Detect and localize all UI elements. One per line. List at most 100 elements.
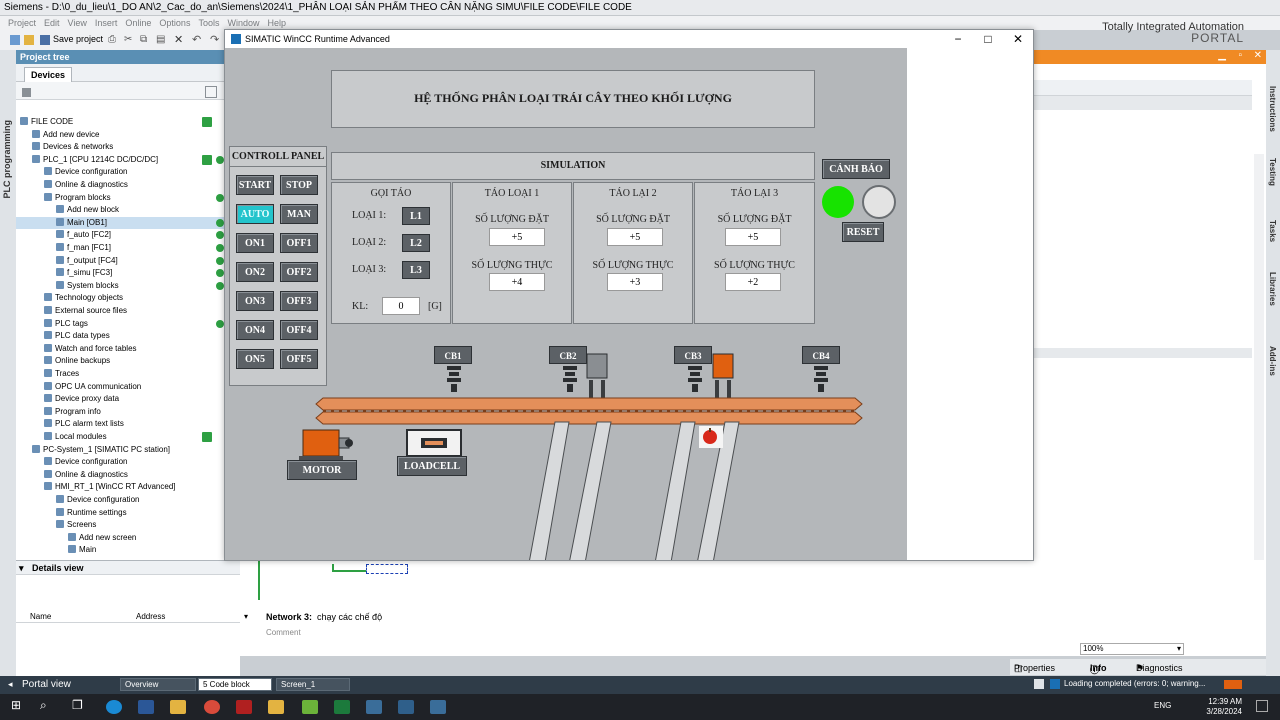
file-explorer-icon[interactable] <box>268 700 284 714</box>
open-project-icon[interactable] <box>24 35 34 45</box>
app-icon[interactable] <box>236 700 252 714</box>
editor-tab-screen[interactable]: Screen_1 <box>276 678 350 691</box>
minimize-editor-icon[interactable]: ▁ <box>1218 50 1226 61</box>
windows-start-icon[interactable]: ⊞ <box>11 698 21 712</box>
off3-button[interactable]: OFF3 <box>280 291 318 311</box>
menu-online[interactable]: Online <box>125 18 151 28</box>
tree-item[interactable]: Watch and force tables <box>16 343 240 355</box>
undo-icon[interactable]: ↶ <box>192 33 201 46</box>
tree-item[interactable]: Device configuration <box>16 456 240 468</box>
app-green-icon[interactable] <box>302 700 318 714</box>
tree-item[interactable]: System blocks <box>16 280 240 292</box>
tree-item[interactable]: Add new block <box>16 204 240 216</box>
menu-tools[interactable]: Tools <box>198 18 219 28</box>
maximize-button[interactable]: □ <box>973 30 1003 48</box>
off2-button[interactable]: OFF2 <box>280 262 318 282</box>
tree-item[interactable]: Main <box>16 544 240 556</box>
copy-icon[interactable]: ⧉ <box>140 34 147 45</box>
l3-button[interactable]: L3 <box>402 261 430 279</box>
tree-item[interactable]: Program blocks <box>16 192 240 204</box>
plc-programming-tab[interactable]: PLC programming <box>2 120 12 199</box>
menu-help[interactable]: Help <box>267 18 286 28</box>
on4-button[interactable]: ON4 <box>236 320 274 340</box>
l1-button[interactable]: L1 <box>402 207 430 225</box>
paste-icon[interactable]: ▤ <box>156 34 165 45</box>
tree-item[interactable]: Technology objects <box>16 292 240 304</box>
off4-button[interactable]: OFF4 <box>280 320 318 340</box>
tree-item[interactable]: Add new screen <box>16 532 240 544</box>
tab-add-ins[interactable]: Add-ins <box>1268 346 1277 376</box>
print-icon[interactable]: ⎙ <box>108 34 116 45</box>
tree-item[interactable]: OPC UA communication <box>16 381 240 393</box>
man-button[interactable]: MAN <box>280 204 318 224</box>
delete-icon[interactable]: ✕ <box>174 33 183 46</box>
tree-item[interactable]: PLC tags <box>16 318 240 330</box>
on2-button[interactable]: ON2 <box>236 262 274 282</box>
minimize-button[interactable]: − <box>943 30 973 48</box>
notification-icon[interactable] <box>1256 700 1268 712</box>
store-icon[interactable] <box>170 700 186 714</box>
chrome-icon[interactable] <box>204 700 220 714</box>
tree-item[interactable]: PLC data types <box>16 330 240 342</box>
menu-project[interactable]: Project <box>8 18 36 28</box>
clock[interactable]: 12:39 AM 3/28/2024 <box>1206 697 1242 717</box>
on3-button[interactable]: ON3 <box>236 291 274 311</box>
menu-edit[interactable]: Edit <box>44 18 60 28</box>
editor-tab-code-block[interactable]: 5 Code block <box>198 678 272 691</box>
ladder-box[interactable] <box>366 564 408 574</box>
tree-item[interactable]: Add new device <box>16 129 240 141</box>
save-project-button[interactable]: Save project <box>53 34 103 44</box>
menu-insert[interactable]: Insert <box>95 18 118 28</box>
editor-tab-overview[interactable]: Overview <box>120 678 196 691</box>
collapse-icon[interactable]: ▾ <box>19 561 24 575</box>
tree-item[interactable]: Main [OB1] <box>16 216 240 229</box>
close-button[interactable]: ✕ <box>1003 30 1033 48</box>
tree-item[interactable]: Program info <box>16 406 240 418</box>
redo-icon[interactable]: ↷ <box>210 33 219 46</box>
tab-tasks[interactable]: Tasks <box>1268 220 1277 242</box>
tree-item[interactable]: Device proxy data <box>16 393 240 405</box>
search-icon[interactable]: ⌕ <box>40 698 47 713</box>
l2-button[interactable]: L2 <box>402 234 430 252</box>
column-address[interactable]: Address <box>136 612 165 621</box>
tree-item[interactable]: HMI_RT_1 [WinCC RT Advanced] <box>16 481 240 493</box>
off1-button[interactable]: OFF1 <box>280 233 318 253</box>
zoom-select[interactable]: 100% ▾ <box>1080 643 1184 655</box>
tree-item[interactable]: FILE CODE <box>16 116 240 128</box>
plcsim-icon[interactable] <box>398 700 414 714</box>
cut-icon[interactable]: ✂ <box>124 34 132 45</box>
tree-item[interactable]: f_auto [FC2] <box>16 229 240 241</box>
tab-testing[interactable]: Testing <box>1268 158 1277 186</box>
menu-window[interactable]: Window <box>227 18 259 28</box>
start-button[interactable]: START <box>236 175 274 195</box>
tree-item[interactable]: PLC alarm text lists <box>16 418 240 430</box>
language-indicator[interactable]: ENG <box>1154 701 1171 710</box>
tree-item[interactable]: Online & diagnostics <box>16 469 240 481</box>
tree-item[interactable]: Devices & networks <box>16 141 240 153</box>
tree-item[interactable]: Local modules <box>16 431 240 443</box>
tree-item[interactable]: PLC_1 [CPU 1214C DC/DC/DC] <box>16 154 240 166</box>
tree-item[interactable]: Traces <box>16 368 240 380</box>
portal-view-icon[interactable]: ◂ <box>8 679 13 690</box>
tree-item[interactable]: Runtime settings <box>16 507 240 519</box>
portal-view-button[interactable]: Portal view <box>22 679 71 690</box>
tree-item[interactable]: f_simu [FC3] <box>16 267 240 279</box>
close-editor-icon[interactable]: ✕ <box>1254 50 1262 61</box>
tab-devices[interactable]: Devices <box>24 67 73 82</box>
restore-editor-icon[interactable]: ▫ <box>1238 50 1242 61</box>
stop-button[interactable]: STOP <box>280 175 318 195</box>
tree-item[interactable]: PC-System_1 [SIMATIC PC station] <box>16 444 240 456</box>
tree-item[interactable]: Device configuration <box>16 494 240 506</box>
edge-icon[interactable] <box>106 700 122 714</box>
tree-view-icon[interactable] <box>22 88 31 97</box>
tia-portal-icon[interactable] <box>366 700 382 714</box>
tree-item[interactable]: Device configuration <box>16 166 240 178</box>
wincc-rt-icon[interactable] <box>430 700 446 714</box>
network-comment[interactable]: Comment <box>266 628 301 637</box>
tab-instructions[interactable]: Instructions <box>1268 86 1277 132</box>
tree-item[interactable]: Screens <box>16 519 240 531</box>
tree-item[interactable]: Online & diagnostics <box>16 179 240 191</box>
auto-button[interactable]: AUTO <box>236 204 274 224</box>
network-collapse-icon[interactable]: ▾ <box>244 612 248 621</box>
column-name[interactable]: Name <box>30 612 51 621</box>
